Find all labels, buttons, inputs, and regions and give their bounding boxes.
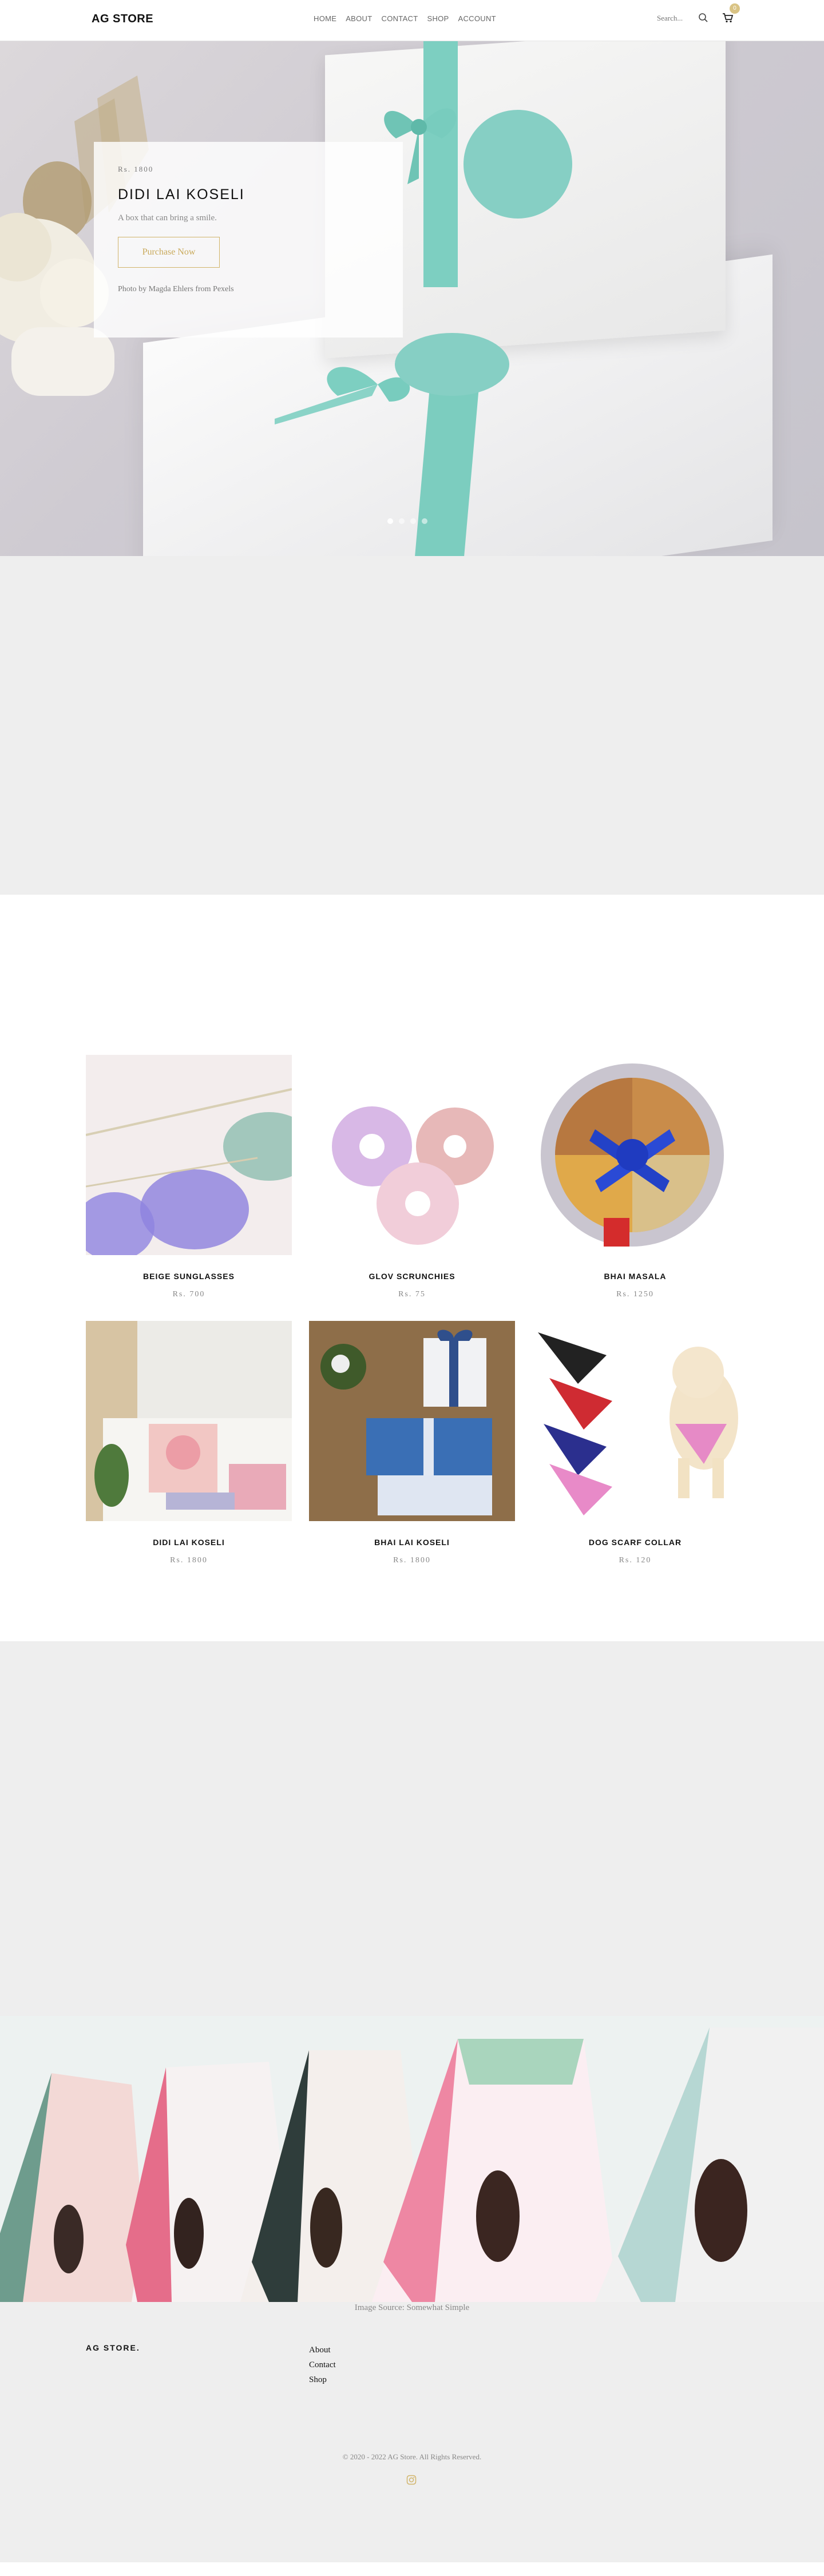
scrunchies-image (309, 1055, 515, 1255)
product-price: Rs. 700 (172, 1290, 205, 1299)
footer-logo[interactable]: AG STORE. (86, 2343, 140, 2352)
gift-box-image (86, 1321, 292, 1521)
nav-home[interactable]: HOME (314, 14, 336, 23)
product-grid-section: BEIGE SUNGLASSES Rs. 700 GLOV SCRUNCHIES… (0, 1055, 824, 1641)
sunglasses-image (74, 1055, 315, 1261)
product-name[interactable]: GLOV SCRUNCHIES (309, 1272, 515, 1281)
masala-image (532, 1055, 738, 1255)
slider-dot-3[interactable] (410, 518, 416, 524)
copyright-text: © 2020 - 2022 AG Store. All Rights Reser… (342, 2452, 482, 2461)
product-name[interactable]: BHAI MASALA (532, 1272, 738, 1281)
birdhouse-image (0, 2016, 824, 2302)
footer-link-shop[interactable]: Shop (309, 2375, 336, 2385)
site-logo[interactable]: AG STORE (92, 13, 153, 26)
product-card[interactable]: BHAI LAI KOSELI Rs. 1800 (309, 1321, 515, 1587)
hero-slider: Rs. 1800 DIDI LAI KOSELI A box that can … (0, 41, 824, 556)
product-card[interactable]: DIDI LAI KOSELI Rs. 1800 (86, 1321, 292, 1587)
nav-about[interactable]: ABOUT (346, 14, 372, 23)
empty-section-2 (0, 1641, 824, 2016)
product-card[interactable]: DOG SCARF COLLAR Rs. 120 (532, 1321, 738, 1587)
footer-link-about[interactable]: About (309, 2345, 336, 2355)
nav-account[interactable]: ACCOUNT (458, 14, 496, 23)
footer-link-contact[interactable]: Contact (309, 2360, 336, 2370)
site-header: AG STORE HOME ABOUT CONTACT SHOP ACCOUNT… (0, 0, 824, 41)
hero-card: Rs. 1800 DIDI LAI KOSELI A box that can … (94, 142, 403, 338)
search-input[interactable] (657, 14, 703, 23)
product-card[interactable]: GLOV SCRUNCHIES Rs. 75 (309, 1055, 515, 1321)
nav-shop[interactable]: SHOP (427, 14, 449, 23)
cart-icon[interactable] (722, 12, 734, 23)
slider-dot-1[interactable] (387, 518, 393, 524)
product-name[interactable]: DOG SCARF COLLAR (532, 1538, 738, 1547)
product-name[interactable]: BEIGE SUNGLASSES (86, 1272, 292, 1281)
empty-section (0, 556, 824, 895)
hero-price: Rs. 1800 (118, 165, 154, 173)
nav-contact[interactable]: CONTACT (382, 14, 418, 23)
banner-image-credit: Image Source: Somewhat Simple (0, 2302, 824, 2324)
product-name[interactable]: DIDI LAI KOSELI (86, 1538, 292, 1547)
purchase-now-button[interactable]: Purchase Now (118, 237, 220, 268)
product-card[interactable]: BHAI MASALA Rs. 1250 (532, 1055, 738, 1321)
dog-scarf-image (532, 1321, 738, 1521)
hero-subtitle: A box that can bring a smile. (118, 213, 217, 223)
section-spacer (0, 895, 824, 1055)
product-card[interactable]: BEIGE SUNGLASSES Rs. 700 (74, 1055, 315, 1321)
product-price: Rs. 1800 (393, 1556, 431, 1565)
slider-dot-4[interactable] (422, 518, 427, 524)
cart-count-badge: 0 (730, 3, 740, 14)
footer-links: About Contact Shop (309, 2345, 336, 2390)
hero-photo-credit: Photo by Magda Ehlers from Pexels (118, 285, 234, 293)
instagram-icon[interactable] (406, 2475, 417, 2485)
product-price: Rs. 75 (398, 1290, 426, 1299)
blue-gift-boxes-image (309, 1321, 515, 1521)
main-nav: HOME ABOUT CONTACT SHOP ACCOUNT (314, 14, 505, 23)
slider-dot-2[interactable] (399, 518, 405, 524)
site-footer: AG STORE. About Contact Shop © 2020 - 20… (0, 2324, 824, 2562)
slider-dots (387, 518, 427, 524)
product-name[interactable]: BHAI LAI KOSELI (309, 1538, 515, 1547)
product-price: Rs. 1250 (616, 1290, 654, 1299)
product-price: Rs. 120 (619, 1556, 652, 1565)
gift-tag (464, 110, 572, 219)
hero-title: DIDI LAI KOSELI (118, 186, 245, 203)
search-icon[interactable] (698, 13, 708, 23)
gift-tag-bottom (395, 333, 509, 396)
product-grid: BEIGE SUNGLASSES Rs. 700 GLOV SCRUNCHIES… (74, 1055, 738, 1587)
product-price: Rs. 1800 (170, 1556, 208, 1565)
birdhouse-banner (0, 2016, 824, 2302)
